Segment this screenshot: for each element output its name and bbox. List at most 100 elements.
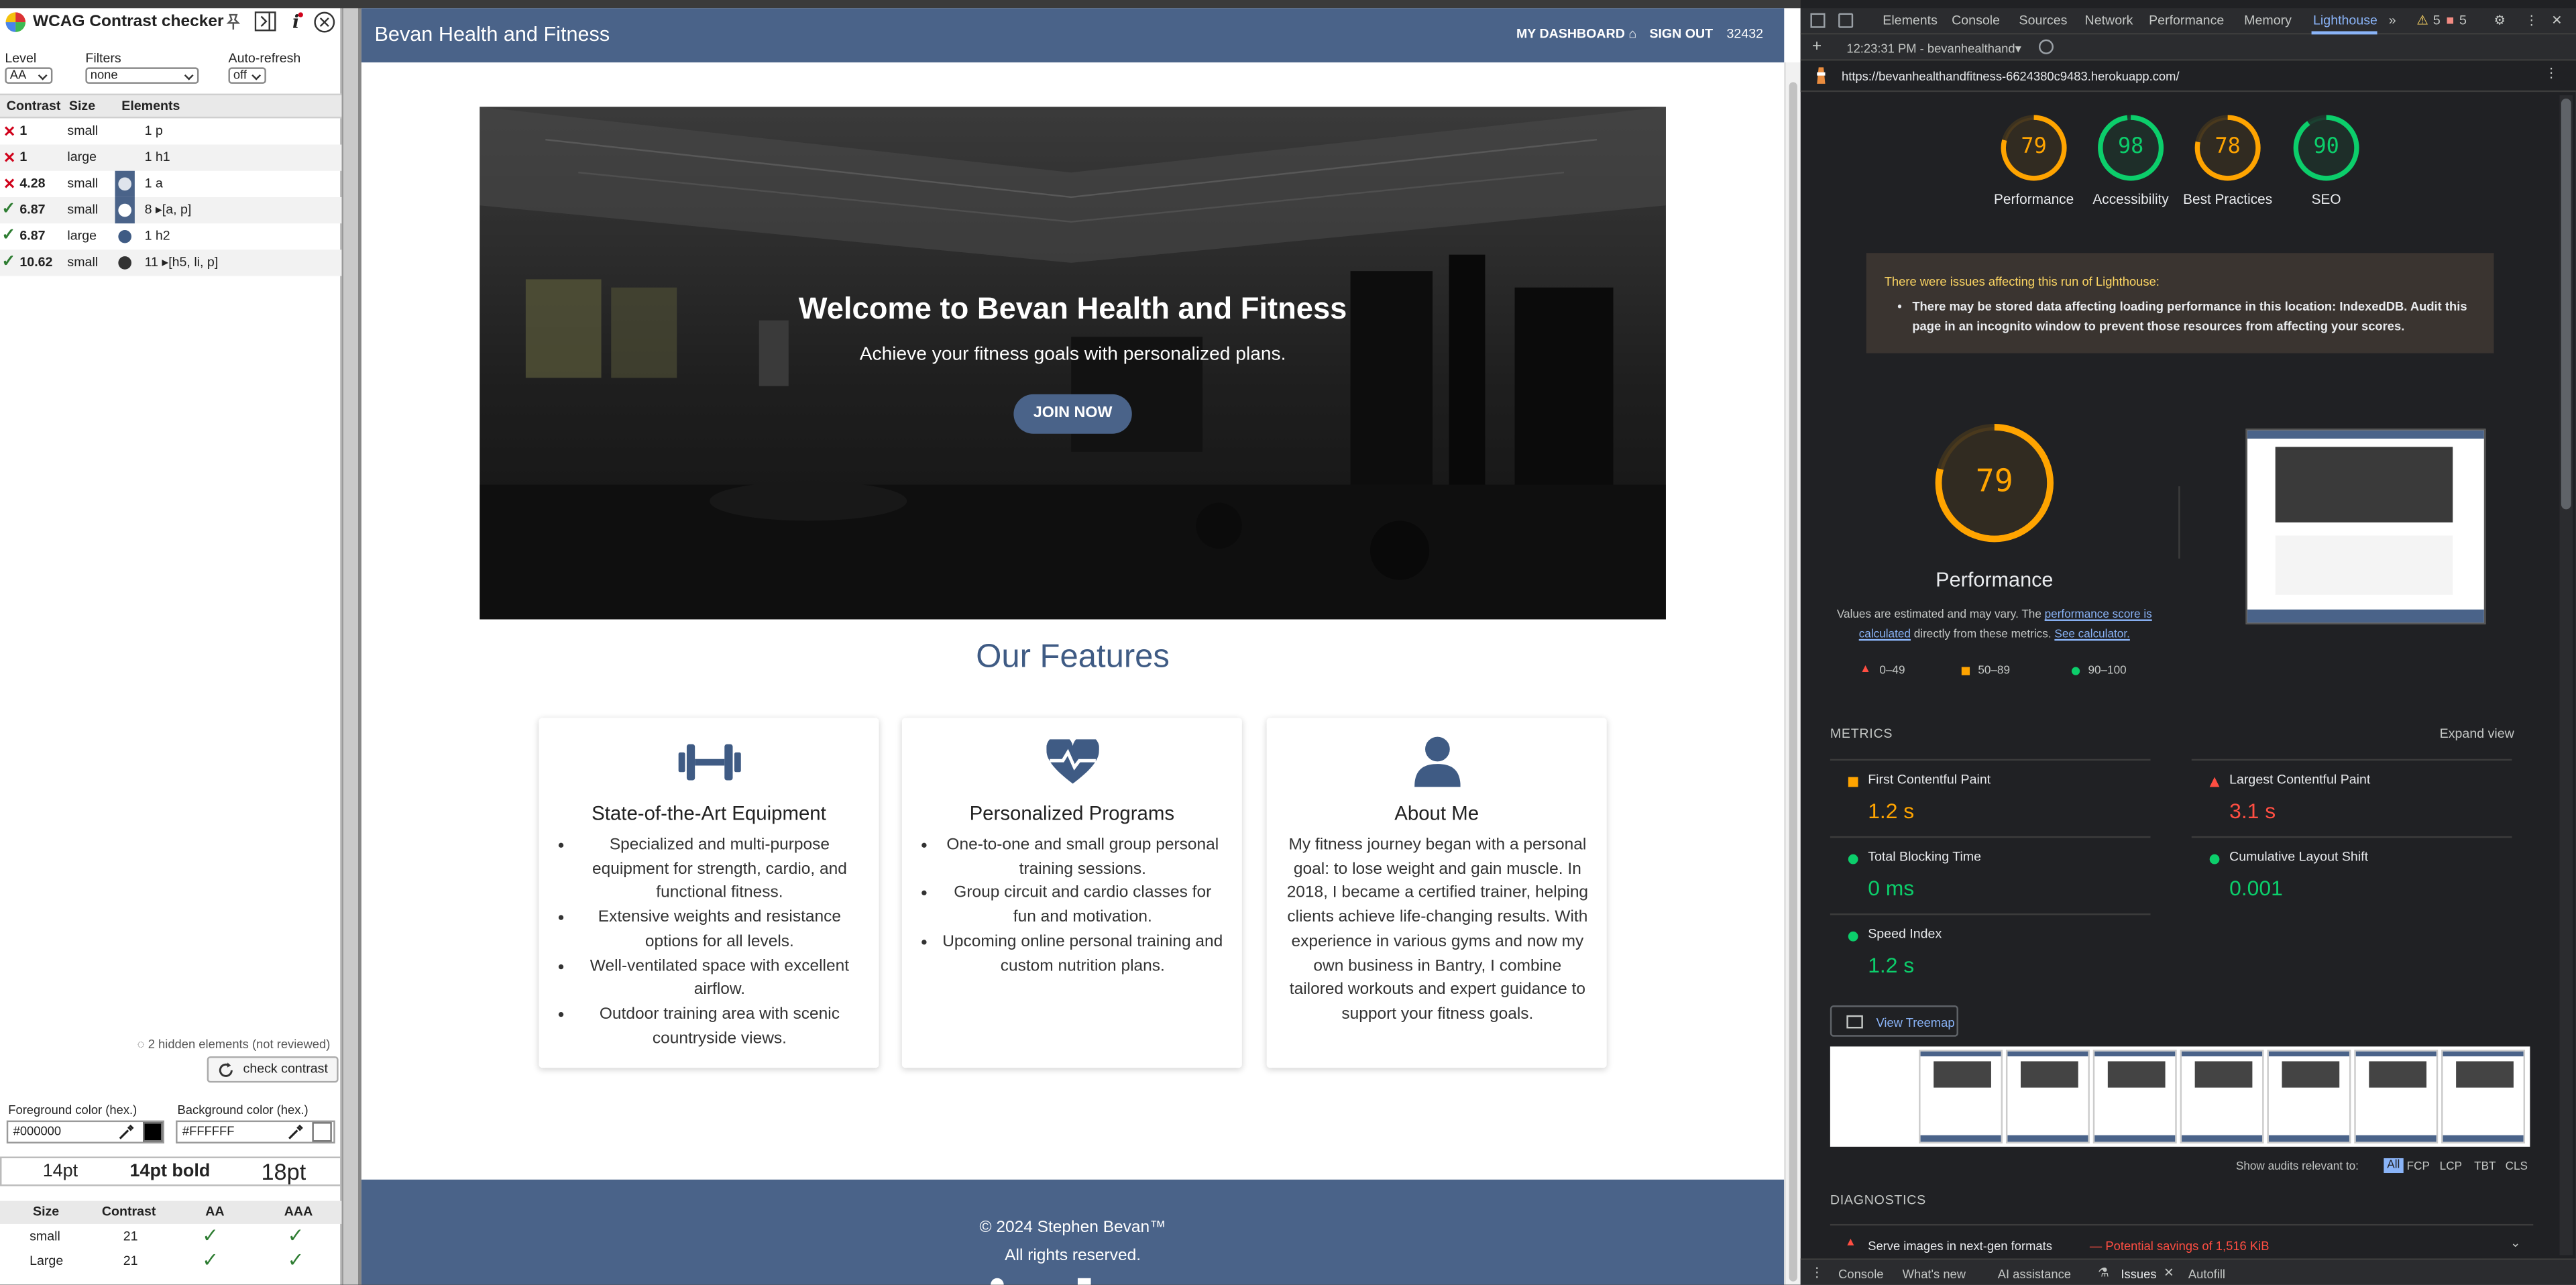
inspect-icon[interactable] bbox=[1810, 13, 1826, 28]
foreground-input[interactable]: #000000 bbox=[6, 1120, 164, 1143]
collapse-icon[interactable] bbox=[254, 11, 276, 32]
sample-14pt: 14pt bbox=[42, 1161, 78, 1182]
chevron-down-icon[interactable]: ⌄ bbox=[2510, 1235, 2520, 1250]
scroll-thumb[interactable] bbox=[1789, 82, 1797, 1282]
close-tab-icon[interactable]: ✕ bbox=[2164, 1265, 2174, 1280]
settings-icon[interactable]: ⚙ bbox=[2494, 13, 2506, 28]
see-calculator-link[interactable]: See calculator. bbox=[2054, 629, 2129, 640]
background-input[interactable]: #FFFFFF bbox=[176, 1120, 335, 1143]
url-menu-icon[interactable]: ⋮ bbox=[2544, 66, 2558, 80]
tab-network[interactable]: Network bbox=[2085, 13, 2133, 28]
filmstrip-frame[interactable] bbox=[1919, 1050, 2003, 1143]
eyedropper-icon[interactable] bbox=[288, 1124, 304, 1140]
tab-console[interactable]: Console bbox=[1952, 13, 2000, 28]
pin-icon[interactable] bbox=[225, 13, 241, 32]
diagnostic-item[interactable]: ▲ Serve images in next-gen formats — Pot… bbox=[1830, 1223, 2534, 1253]
score-gauge-seo[interactable]: 90 bbox=[2290, 112, 2363, 184]
tab-sources[interactable]: Sources bbox=[2019, 13, 2068, 28]
tab-performance[interactable]: Performance bbox=[2149, 13, 2224, 28]
foreground-swatch[interactable] bbox=[143, 1122, 163, 1142]
size-value: small bbox=[67, 123, 99, 138]
audit-filter-all[interactable]: All bbox=[2384, 1158, 2404, 1174]
site-navbar: Bevan Health and Fitness MY DASHBOARD ⌂ … bbox=[361, 8, 1785, 63]
shot-nav bbox=[2247, 430, 2484, 439]
contrast-row[interactable]: ✓ 10.62 small 11 ▸[h5, li, p] bbox=[0, 249, 342, 276]
ratio-col-aaa: AAA bbox=[284, 1204, 313, 1219]
new-report-icon[interactable]: + bbox=[1812, 38, 1822, 56]
page-scrollbar[interactable] bbox=[1784, 62, 1801, 1285]
join-now-button[interactable]: JOIN NOW bbox=[1013, 394, 1132, 434]
report-url[interactable]: https://bevanhealthandfitness-6624380c94… bbox=[1842, 69, 2180, 84]
tab-memory[interactable]: Memory bbox=[2244, 13, 2292, 28]
contrast-row[interactable]: ✓ 6.87 small 8 ▸[a, p] bbox=[0, 197, 342, 224]
size-value: small bbox=[67, 176, 99, 191]
view-treemap-button[interactable]: View Treemap bbox=[1830, 1005, 1958, 1037]
contrast-row[interactable]: ✕ 4.28 small 1 a bbox=[0, 170, 342, 197]
aaa-pass-icon: ✓ bbox=[287, 1223, 304, 1247]
drawer-tab-whatsnew[interactable]: What's new bbox=[1903, 1267, 1966, 1282]
nav-dashboard-link[interactable]: MY DASHBOARD ⌂ bbox=[1516, 26, 1636, 41]
expand-view-toggle[interactable]: Expand view bbox=[2440, 726, 2514, 741]
panel-splitter[interactable] bbox=[341, 0, 361, 1285]
audit-filter-lcp[interactable]: LCP bbox=[2440, 1162, 2462, 1173]
filters-select[interactable]: none bbox=[85, 67, 199, 84]
contrast-row[interactable]: ✕ 1 small 1 p bbox=[0, 118, 342, 144]
clear-icon[interactable] bbox=[2038, 39, 2054, 54]
drawer-menu-icon[interactable]: ⋮ bbox=[1810, 1265, 1824, 1280]
error-icon[interactable]: ■ bbox=[2446, 13, 2454, 28]
th-hero bbox=[2021, 1061, 2078, 1088]
filmstrip-frame[interactable] bbox=[2441, 1050, 2526, 1143]
drawer-tab-ai[interactable]: AI assistance bbox=[1998, 1267, 2071, 1282]
hero-banner: Welcome to Bevan Health and Fitness Achi… bbox=[480, 107, 1666, 620]
contrast-row[interactable]: ✓ 6.87 large 1 h2 bbox=[0, 223, 342, 249]
info-icon[interactable]: i bbox=[288, 11, 304, 32]
final-screenshot[interactable] bbox=[2245, 429, 2486, 624]
features-title: Our Features bbox=[976, 638, 1170, 675]
drawer-tab-console[interactable]: Console bbox=[1838, 1267, 1883, 1282]
more-options-icon[interactable]: ⋮ bbox=[2525, 13, 2538, 28]
linkedin-icon[interactable] bbox=[1077, 1278, 1091, 1285]
more-tabs-icon[interactable]: » bbox=[2389, 13, 2396, 28]
score-gauge-performance[interactable]: 79 bbox=[1998, 112, 2070, 184]
warning-icon[interactable]: ⚠ bbox=[2416, 13, 2428, 28]
autorefresh-select[interactable]: off bbox=[228, 67, 266, 84]
github-icon[interactable] bbox=[991, 1278, 1004, 1285]
filmstrip-frame[interactable] bbox=[2354, 1050, 2439, 1143]
footer-social-links[interactable] bbox=[986, 1275, 1150, 1285]
site-brand[interactable]: Bevan Health and Fitness bbox=[375, 23, 610, 46]
score-gauge-accessibility[interactable]: 98 bbox=[2094, 112, 2167, 184]
filmstrip-frame[interactable] bbox=[2180, 1050, 2264, 1143]
gauge-score: 90 bbox=[2313, 134, 2339, 160]
filmstrip-frame[interactable] bbox=[2005, 1050, 2090, 1143]
color-swatch bbox=[115, 197, 135, 224]
eyedropper-icon[interactable] bbox=[118, 1124, 134, 1140]
audit-filter-fcp[interactable]: FCP bbox=[2407, 1162, 2430, 1173]
devtools-scroll-thumb[interactable] bbox=[2561, 98, 2571, 510]
contrast-row[interactable]: ✕ 1 large 1 h1 bbox=[0, 144, 342, 171]
drawer-tab-issues[interactable]: Issues bbox=[2121, 1267, 2156, 1282]
sample-18pt: 18pt bbox=[261, 1158, 306, 1185]
nav-signout-link[interactable]: SIGN OUT bbox=[1649, 26, 1713, 41]
ratio-col-aa: AA bbox=[205, 1204, 225, 1219]
devtools-scrollbar[interactable] bbox=[2559, 95, 2573, 1255]
list-item: Upcoming online personal training and cu… bbox=[942, 931, 1224, 979]
level-select[interactable]: AA bbox=[5, 67, 53, 84]
drawer-tab-autofill[interactable]: Autofill bbox=[2188, 1267, 2225, 1282]
close-icon[interactable] bbox=[314, 11, 335, 33]
th-nav bbox=[2268, 1051, 2349, 1057]
th-hero bbox=[2369, 1061, 2427, 1088]
report-selector[interactable]: 12:23:31 PM - bevanhealthand▾ bbox=[1846, 41, 2021, 56]
device-toggle-icon[interactable] bbox=[1838, 13, 1854, 28]
score-gauge-best-practices[interactable]: 78 bbox=[2192, 112, 2264, 184]
check-contrast-button[interactable]: check contrast bbox=[207, 1056, 339, 1083]
tab-lighthouse[interactable]: Lighthouse bbox=[2313, 13, 2377, 28]
audit-filter-cls[interactable]: CLS bbox=[2506, 1162, 2528, 1173]
average-square-icon bbox=[1961, 667, 1970, 675]
audit-filter-tbt[interactable]: TBT bbox=[2474, 1162, 2496, 1173]
metric-value: 1.2 s bbox=[1868, 952, 1915, 978]
tab-elements[interactable]: Elements bbox=[1883, 13, 1938, 28]
close-devtools-icon[interactable]: ✕ bbox=[2551, 13, 2562, 28]
filmstrip-frame[interactable] bbox=[2092, 1050, 2177, 1143]
filmstrip-frame[interactable] bbox=[2267, 1050, 2351, 1143]
background-swatch[interactable] bbox=[312, 1122, 332, 1142]
